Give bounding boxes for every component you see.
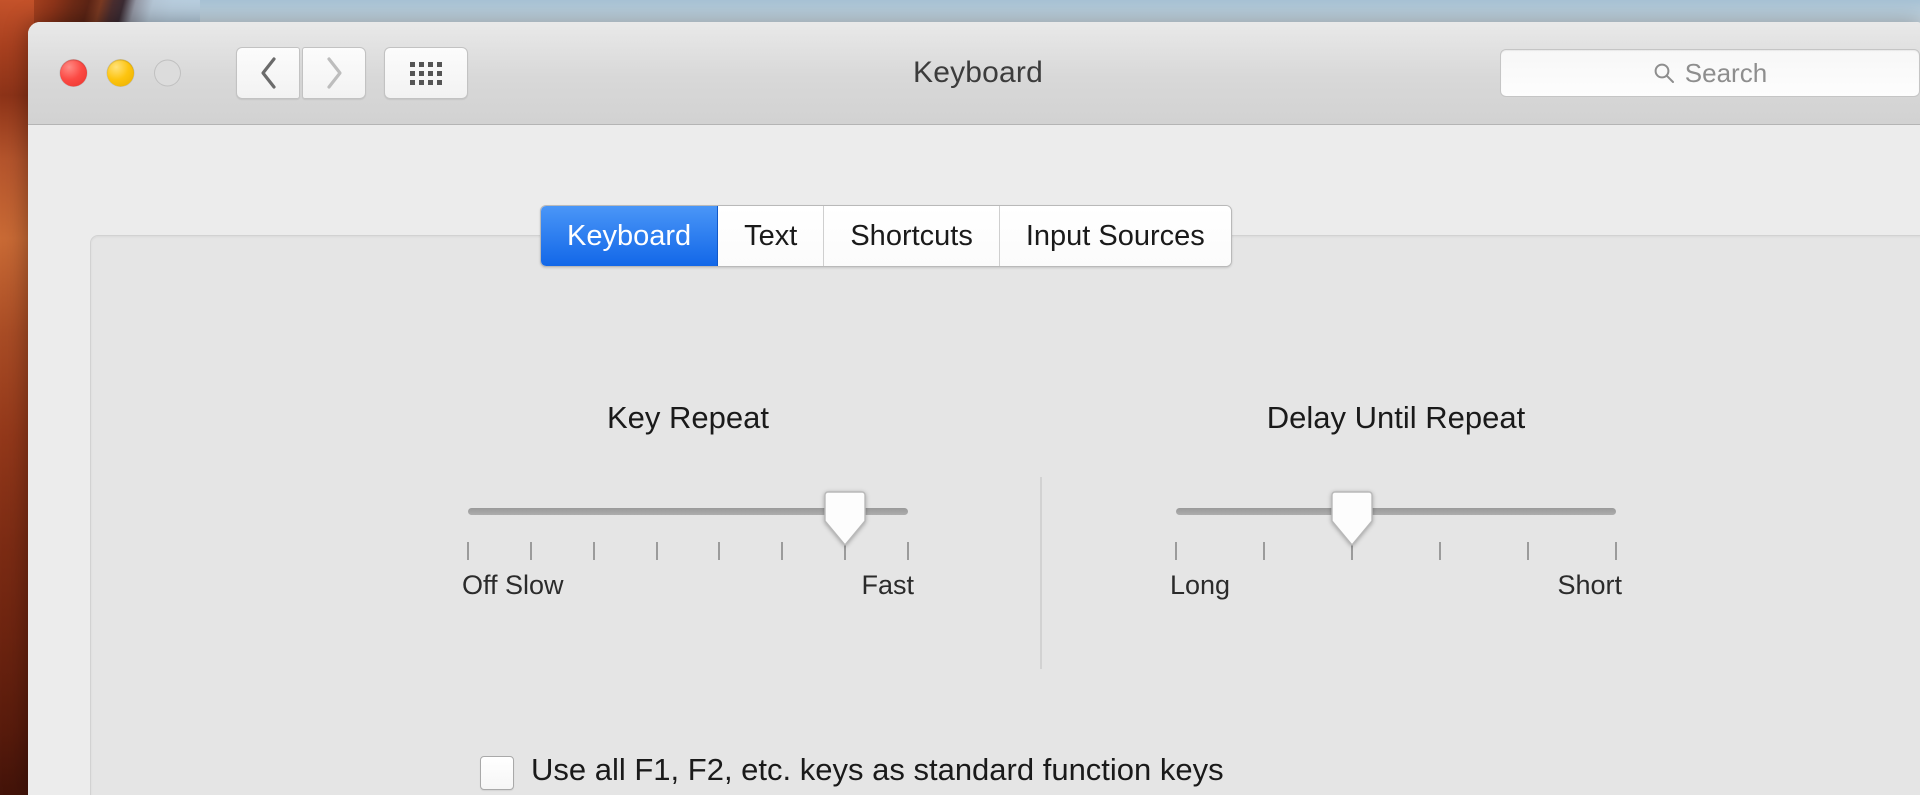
tab-bar: Keyboard Text Shortcuts Input Sources <box>540 205 1232 267</box>
window-body: Keyboard Text Shortcuts Input Sources Ke… <box>28 125 1920 795</box>
key-repeat-slider[interactable]: Off Slow Fast <box>462 491 914 628</box>
search-icon <box>1654 63 1674 83</box>
key-repeat-knob[interactable] <box>822 491 868 547</box>
search-placeholder: Search <box>1684 57 1768 88</box>
delay-until-repeat-knob[interactable] <box>1329 491 1375 547</box>
key-repeat-right-label: Fast <box>861 570 914 600</box>
tab-shortcuts[interactable]: Shortcuts <box>824 206 1000 266</box>
delay-until-repeat-slider[interactable]: Long Short <box>1170 491 1622 628</box>
function-keys-label: Use all F1, F2, etc. keys as standard fu… <box>531 752 1224 787</box>
key-repeat-section: Key Repeat Off Slow Fast <box>462 400 914 628</box>
preferences-content-panel <box>90 235 1920 795</box>
tab-text[interactable]: Text <box>718 206 825 266</box>
key-repeat-title: Key Repeat <box>607 400 769 435</box>
delay-until-repeat-section: Delay Until Repeat Long Short <box>1170 400 1622 628</box>
delay-until-repeat-title: Delay Until Repeat <box>1266 400 1526 435</box>
keyboard-preferences-window: Keyboard Search Keyboard Text Shortcuts … <box>28 22 1920 795</box>
window-titlebar[interactable]: Keyboard Search <box>28 22 1920 125</box>
delay-until-repeat-ticks <box>1175 542 1617 562</box>
function-keys-option-row[interactable]: Use all F1, F2, etc. keys as standard fu… <box>480 752 1224 790</box>
section-divider <box>1040 477 1042 669</box>
function-keys-checkbox[interactable] <box>480 756 514 790</box>
key-repeat-left-label: Off Slow <box>462 570 564 600</box>
search-input[interactable]: Search <box>1500 49 1920 97</box>
tab-keyboard[interactable]: Keyboard <box>541 206 719 266</box>
delay-until-repeat-track[interactable] <box>1176 508 1616 515</box>
tab-input-sources[interactable]: Input Sources <box>999 206 1231 266</box>
delay-until-repeat-left-label: Long <box>1170 570 1231 600</box>
delay-until-repeat-right-label: Short <box>1557 570 1622 600</box>
